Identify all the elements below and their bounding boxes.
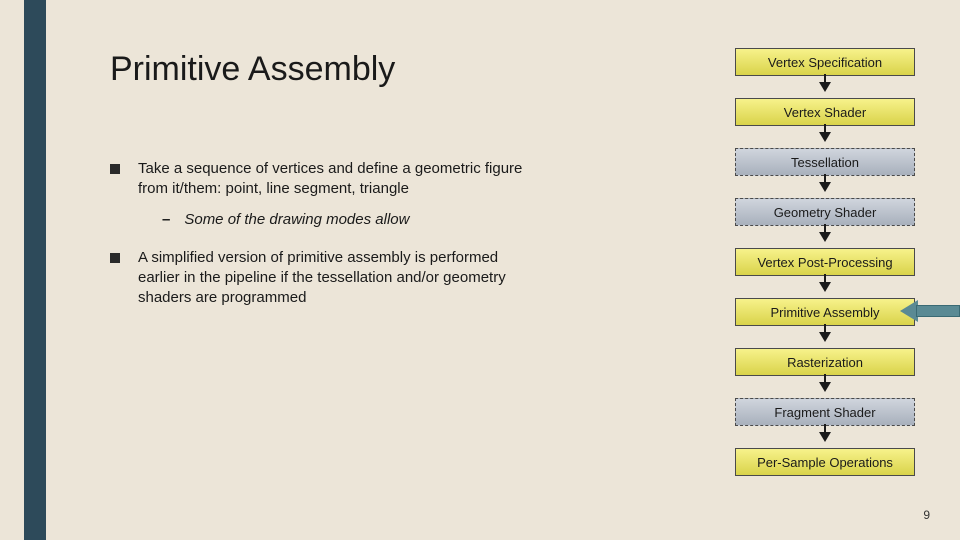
pipeline-diagram: Vertex Specification Vertex Shader Tesse… (730, 48, 920, 476)
pipeline-stage-vertex-specification: Vertex Specification (735, 48, 915, 76)
slide-title: Primitive Assembly (110, 50, 540, 89)
left-accent-bar (24, 0, 46, 540)
pipeline-stage-fragment-shader: Fragment Shader (735, 398, 915, 426)
pipeline-stage-per-sample-operations: Per-Sample Operations (735, 448, 915, 476)
bullet-text-content: A simplified version of primitive assemb… (138, 249, 506, 307)
highlight-arrow-icon (900, 300, 960, 322)
arrow-down-icon (819, 82, 831, 92)
dash-bullet-icon: – (162, 210, 170, 230)
bullet-text: A simplified version of primitive assemb… (138, 248, 540, 309)
pipeline-stage-tessellation: Tessellation (735, 148, 915, 176)
pipeline-stage-vertex-post-processing: Vertex Post-Processing (735, 248, 915, 276)
pipeline-stage-vertex-shader: Vertex Shader (735, 98, 915, 126)
arrow-down-icon (819, 282, 831, 292)
sub-bullet-text: Some of the drawing modes allow (184, 210, 409, 230)
bullet-text: Take a sequence of vertices and define a… (138, 159, 540, 230)
arrow-down-icon (819, 432, 831, 442)
arrow-down-icon (819, 382, 831, 392)
sub-bullet-item: – Some of the drawing modes allow (162, 210, 540, 230)
bullet-text-content: Take a sequence of vertices and define a… (138, 160, 522, 197)
bullet-list: Take a sequence of vertices and define a… (110, 159, 540, 309)
square-bullet-icon (110, 253, 120, 263)
page-number: 9 (923, 508, 930, 522)
pipeline-stage-primitive-assembly: Primitive Assembly (735, 298, 915, 326)
arrow-down-icon (819, 182, 831, 192)
slide-content: Primitive Assembly Take a sequence of ve… (110, 50, 540, 327)
bullet-item: A simplified version of primitive assemb… (110, 248, 540, 309)
arrow-down-icon (819, 132, 831, 142)
pipeline-stage-geometry-shader: Geometry Shader (735, 198, 915, 226)
bullet-item: Take a sequence of vertices and define a… (110, 159, 540, 230)
pipeline-stage-rasterization: Rasterization (735, 348, 915, 376)
square-bullet-icon (110, 164, 120, 174)
arrow-down-icon (819, 332, 831, 342)
arrow-down-icon (819, 232, 831, 242)
